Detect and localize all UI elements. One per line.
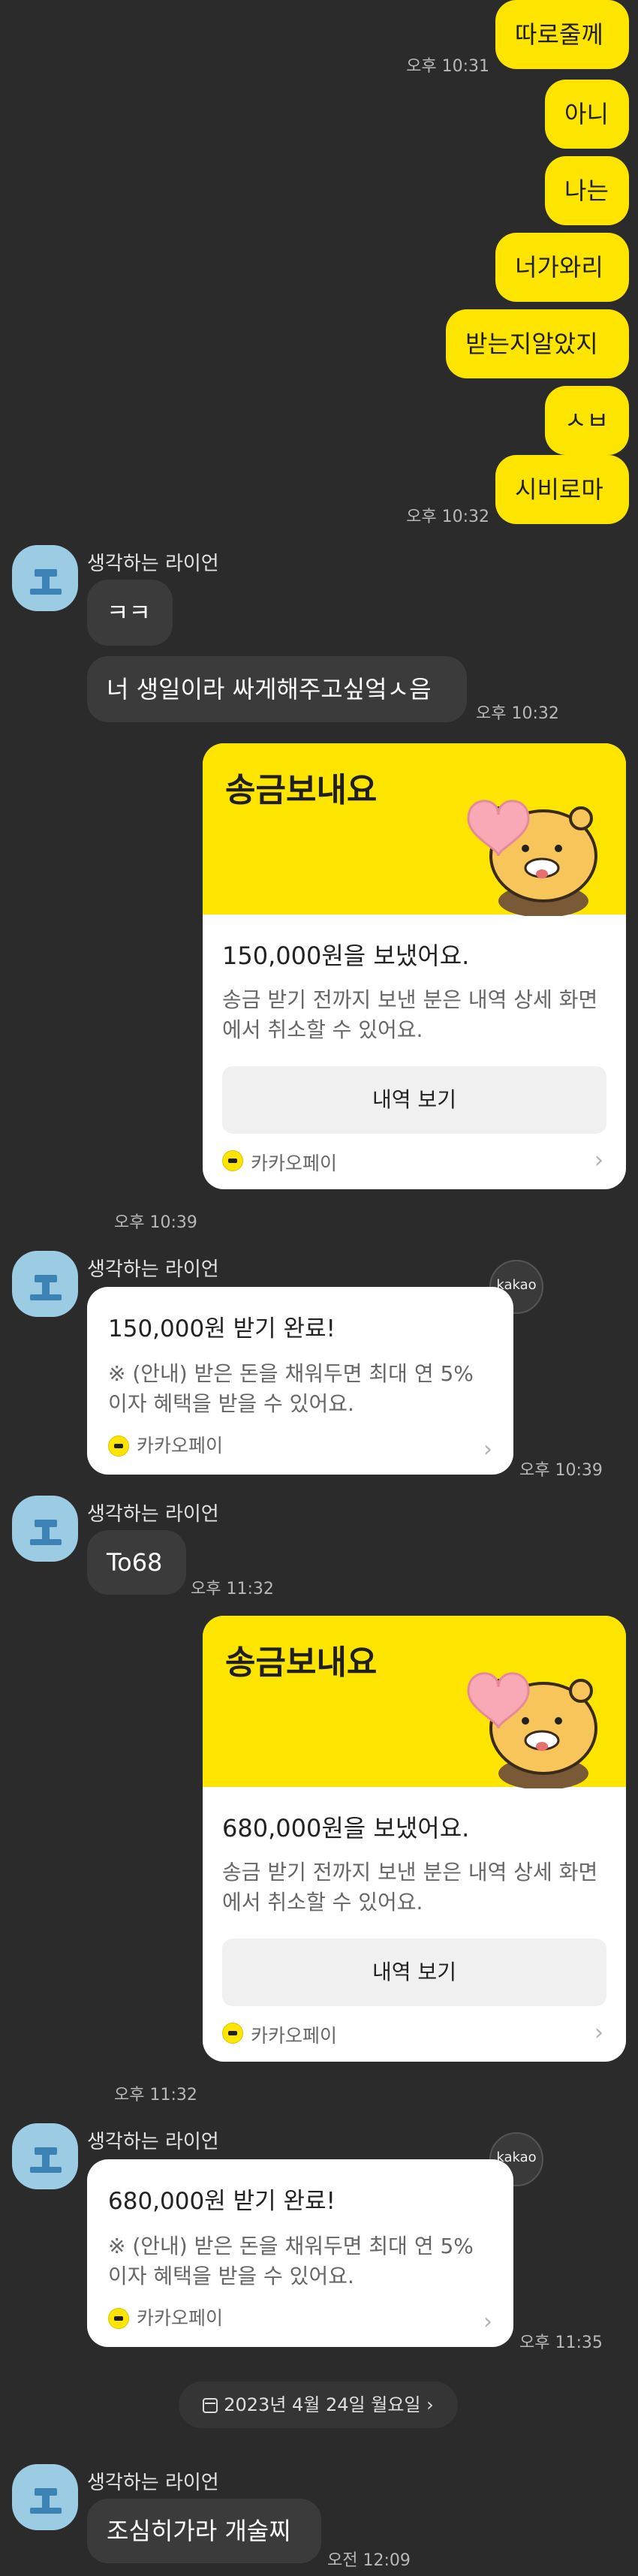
message-time: 오후 11:32: [114, 2086, 197, 2104]
kakaopay-icon: [108, 1436, 129, 1457]
chevron-right-icon: ›: [594, 2020, 603, 2046]
transfer-description: 송금 받기 전까지 보낸 분은 내역 상세 화면에서 취소할 수 있어요.: [222, 1860, 598, 1915]
message-time: 오후 10:32: [406, 508, 489, 526]
transfer-card-header: 송금보내요: [203, 743, 626, 916]
avatar[interactable]: [12, 1251, 78, 1317]
view-history-button[interactable]: 내역 보기: [222, 1066, 606, 1134]
transfer-card[interactable]: 송금보내요 150,000원을 보냈어요. 송금 받기 전까지 보낸 분은 내역…: [203, 743, 626, 1189]
provider-label: 카카오페이: [251, 2025, 338, 2047]
avatar[interactable]: [12, 1496, 78, 1562]
message-time: 오후 11:32: [191, 1580, 274, 1598]
message-time: 오후 10:31: [406, 57, 489, 76]
transfer-title: 송금보내요: [225, 1644, 378, 1682]
transfer-card-header: 송금보내요: [203, 1616, 626, 1788]
date-divider[interactable]: 2023년 4월 24일 월요일 ›: [179, 2382, 458, 2428]
character-illustration: [467, 1672, 597, 1788]
transfer-title: 송금보내요: [225, 771, 378, 809]
calendar-icon: [203, 2398, 218, 2413]
message-time: 오후 11:35: [519, 2333, 603, 2352]
chevron-right-icon: ›: [483, 1436, 492, 1463]
received-message[interactable]: ㅋㅋ: [87, 580, 173, 646]
kakaopay-icon: [222, 1150, 243, 1171]
kakaopay-icon: [108, 2308, 129, 2329]
provider-label: 카카오페이: [251, 1152, 338, 1174]
received-message[interactable]: 조심히가라 개술찌: [87, 2499, 321, 2563]
sent-message[interactable]: 받는지알았지: [446, 309, 629, 378]
receipt-title: 680,000원 받기 완료!: [108, 2188, 336, 2215]
chevron-right-icon: ›: [426, 2394, 434, 2415]
transfer-card[interactable]: 송금보내요 680,000원을 보냈어요. 송금 받기 전까지 보낸 분은 내역…: [203, 1616, 626, 2062]
message-time: 오후 10:32: [476, 704, 559, 723]
transfer-amount: 680,000원을 보냈어요.: [222, 1814, 470, 1842]
sender-name: 생각하는 라이언: [87, 1503, 219, 1526]
card-footer[interactable]: 카카오페이 ›: [222, 2006, 606, 2062]
view-history-button[interactable]: 내역 보기: [222, 1939, 606, 2006]
received-message[interactable]: 너 생일이라 싸게해주고싶엌ㅅ음: [87, 656, 467, 722]
card-footer[interactable]: 카카오페이 ›: [222, 1134, 606, 1189]
kakaopay-icon: [222, 2023, 243, 2044]
message-time: 오후 10:39: [114, 1213, 197, 1232]
sender-name: 생각하는 라이언: [87, 2472, 219, 2494]
chevron-right-icon: ›: [594, 1147, 603, 1174]
sent-message[interactable]: 따로줄께: [495, 0, 629, 69]
sent-message[interactable]: 너가와리: [495, 233, 629, 302]
receipt-card[interactable]: 680,000원 받기 완료! ※ (안내) 받은 돈을 채워두면 최대 연 5…: [87, 2159, 513, 2347]
transfer-description: 송금 받기 전까지 보낸 분은 내역 상세 화면에서 취소할 수 있어요.: [222, 987, 598, 1042]
avatar[interactable]: [12, 2464, 78, 2530]
chevron-right-icon: ›: [483, 2309, 492, 2335]
receipt-description: ※ (안내) 받은 돈을 채워두면 최대 연 5% 이자 혜택을 받을 수 있어…: [108, 2234, 474, 2288]
sender-name: 생각하는 라이언: [87, 2131, 219, 2153]
sender-name: 생각하는 라이언: [87, 1258, 219, 1281]
sent-message[interactable]: ㅅㅂ: [545, 386, 629, 455]
sent-message[interactable]: 시비로마: [495, 455, 629, 524]
provider-label: 카카오페이: [137, 1435, 224, 1457]
receipt-description: ※ (안내) 받은 돈을 채워두면 최대 연 5% 이자 혜택을 받을 수 있어…: [108, 1361, 474, 1416]
avatar[interactable]: [12, 545, 78, 611]
sender-name: 생각하는 라이언: [87, 553, 219, 575]
provider-label: 카카오페이: [137, 2307, 224, 2329]
avatar[interactable]: [12, 2123, 78, 2189]
sent-message[interactable]: 나는: [545, 156, 629, 225]
received-message[interactable]: To68: [87, 1530, 186, 1595]
character-illustration: [467, 800, 597, 916]
message-time: 오후 10:39: [519, 1461, 603, 1480]
receipt-card[interactable]: 150,000원 받기 완료! ※ (안내) 받은 돈을 채워두면 최대 연 5…: [87, 1287, 513, 1475]
sent-message[interactable]: 아니: [545, 80, 629, 149]
transfer-amount: 150,000원을 보냈어요.: [222, 942, 470, 970]
receipt-title: 150,000원 받기 완료!: [108, 1315, 336, 1342]
date-label: 2023년 4월 24일 월요일: [224, 2394, 421, 2415]
message-time: 오전 12:09: [327, 2551, 411, 2570]
